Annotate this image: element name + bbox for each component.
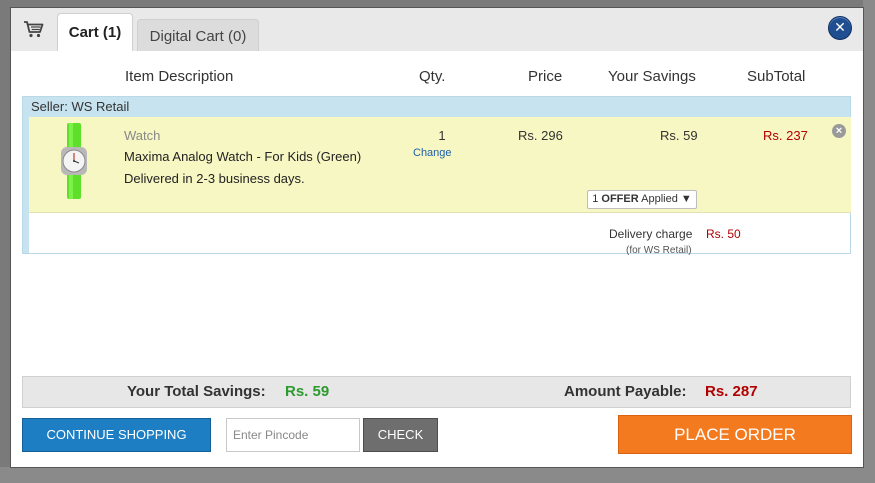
check-pincode-button[interactable]: CHECK — [363, 418, 438, 452]
remove-item-icon[interactable]: × — [832, 124, 846, 138]
seller-label: Seller: WS Retail — [23, 97, 850, 117]
watch-thumbnail — [61, 123, 87, 199]
item-name: Maxima Analog Watch - For Kids (Green) — [124, 149, 362, 164]
cart-item-row: Watch Maxima Analog Watch - For Kids (Gr… — [29, 117, 851, 213]
column-header-savings: Your Savings — [608, 68, 696, 85]
place-order-button[interactable]: PLACE ORDER — [618, 415, 852, 454]
offer-word: OFFER — [601, 193, 639, 205]
amount-payable-label: Amount Payable: — [564, 383, 687, 400]
delivery-charge-seller: (for WS Retail) — [626, 245, 692, 256]
offer-count: 1 — [592, 193, 599, 205]
totals-bar: Your Total Savings: Rs. 59 Amount Payabl… — [22, 376, 851, 408]
offer-applied-text: Applied ▼ — [641, 193, 692, 205]
column-header-description: Item Description — [125, 68, 234, 85]
change-qty-link[interactable]: Change — [413, 147, 452, 159]
offers-applied-dropdown[interactable]: 1 OFFER Applied ▼ — [587, 190, 697, 209]
seller-block: Seller: WS Retail Watch Maxima Analog Wa… — [22, 96, 851, 256]
item-subtotal: Rs. 237 — [763, 128, 808, 143]
column-header-subtotal: SubTotal — [747, 68, 806, 85]
cart-modal: Cart (1) Digital Cart (0) ✕ Item Descrip… — [11, 8, 863, 467]
background-page — [863, 0, 875, 483]
pincode-input[interactable] — [226, 418, 360, 452]
cart-icon — [24, 21, 44, 38]
item-delivery-estimate: Delivered in 2-3 business days. — [124, 171, 305, 186]
total-savings-label: Your Total Savings: — [127, 383, 266, 400]
delivery-charge-label: Delivery charge — [609, 227, 693, 241]
background-page-bottom — [0, 467, 875, 483]
item-qty: 1 — [438, 128, 446, 143]
tab-bar: Cart (1) Digital Cart (0) ✕ — [11, 8, 863, 51]
item-category[interactable]: Watch — [124, 128, 160, 143]
continue-shopping-button[interactable]: CONTINUE SHOPPING — [22, 418, 211, 452]
column-header-price: Price — [528, 68, 563, 85]
close-icon[interactable]: ✕ — [828, 16, 852, 40]
column-header-qty: Qty. — [419, 68, 446, 85]
item-savings: Rs. 59 — [660, 128, 698, 143]
tab-digital-cart[interactable]: Digital Cart (0) — [137, 19, 259, 51]
delivery-charge-value: Rs. 50 — [706, 227, 741, 241]
total-savings-value: Rs. 59 — [285, 383, 330, 400]
amount-payable-value: Rs. 287 — [705, 383, 758, 400]
tab-cart[interactable]: Cart (1) — [57, 13, 133, 51]
item-price: Rs. 296 — [518, 128, 563, 143]
